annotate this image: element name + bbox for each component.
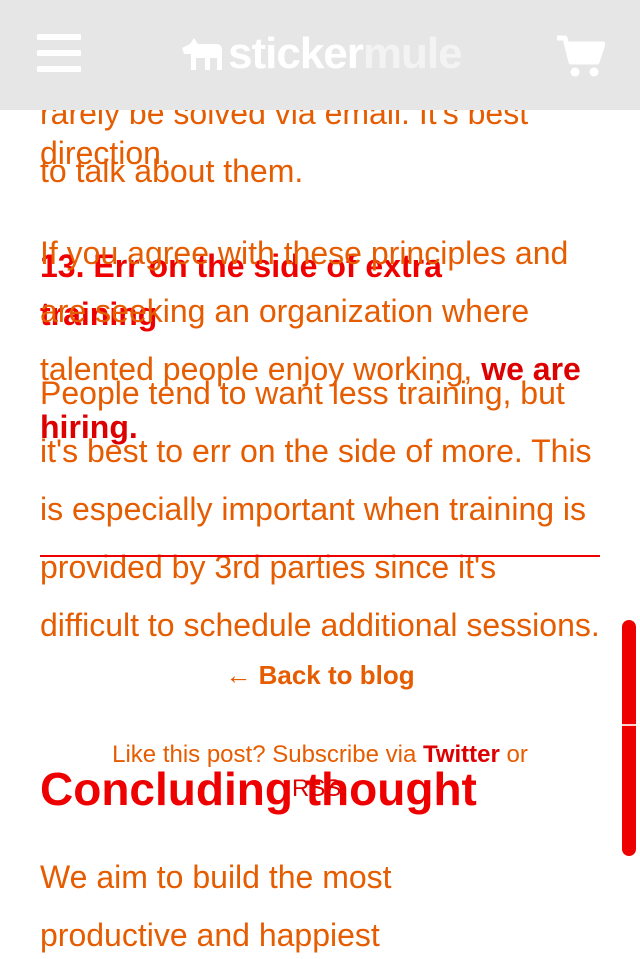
divider: [40, 555, 600, 557]
logo-text-sticker: sticker: [228, 29, 364, 78]
stickermule-logo[interactable]: sticker mule: [180, 26, 463, 82]
hiring-paragraph: If you agree with these principles and a…: [40, 224, 600, 456]
concluding-text-line: We aim to build the most: [40, 859, 392, 895]
hamburger-menu-icon[interactable]: [37, 34, 81, 72]
scrollbar-thumb[interactable]: [622, 620, 636, 856]
back-to-blog-link[interactable]: ← Back to blog: [0, 660, 640, 691]
twitter-link[interactable]: Twitter: [423, 741, 500, 768]
concluding-text-line: productive and happiest: [40, 917, 380, 953]
article-layer-b: direction.: [40, 124, 600, 182]
subscribe-line: Like this post? Subscribe via Twitter or…: [0, 738, 640, 806]
hiring-text: If you agree with these principles and a…: [40, 224, 600, 456]
site-header: sticker mule: [0, 0, 640, 110]
mule-icon: [182, 38, 222, 70]
subscribe-text: Like this post? Subscribe via: [112, 741, 423, 768]
logo-text-mule: mule: [362, 29, 463, 78]
rss-link[interactable]: RSS.: [292, 775, 348, 802]
article-text-line: direction.: [40, 135, 170, 171]
concluding-body: We aim to build the most productive and …: [40, 848, 600, 959]
subscribe-or: or: [499, 741, 528, 768]
scrollbar-notch: [622, 724, 636, 726]
cart-icon[interactable]: [555, 34, 605, 78]
